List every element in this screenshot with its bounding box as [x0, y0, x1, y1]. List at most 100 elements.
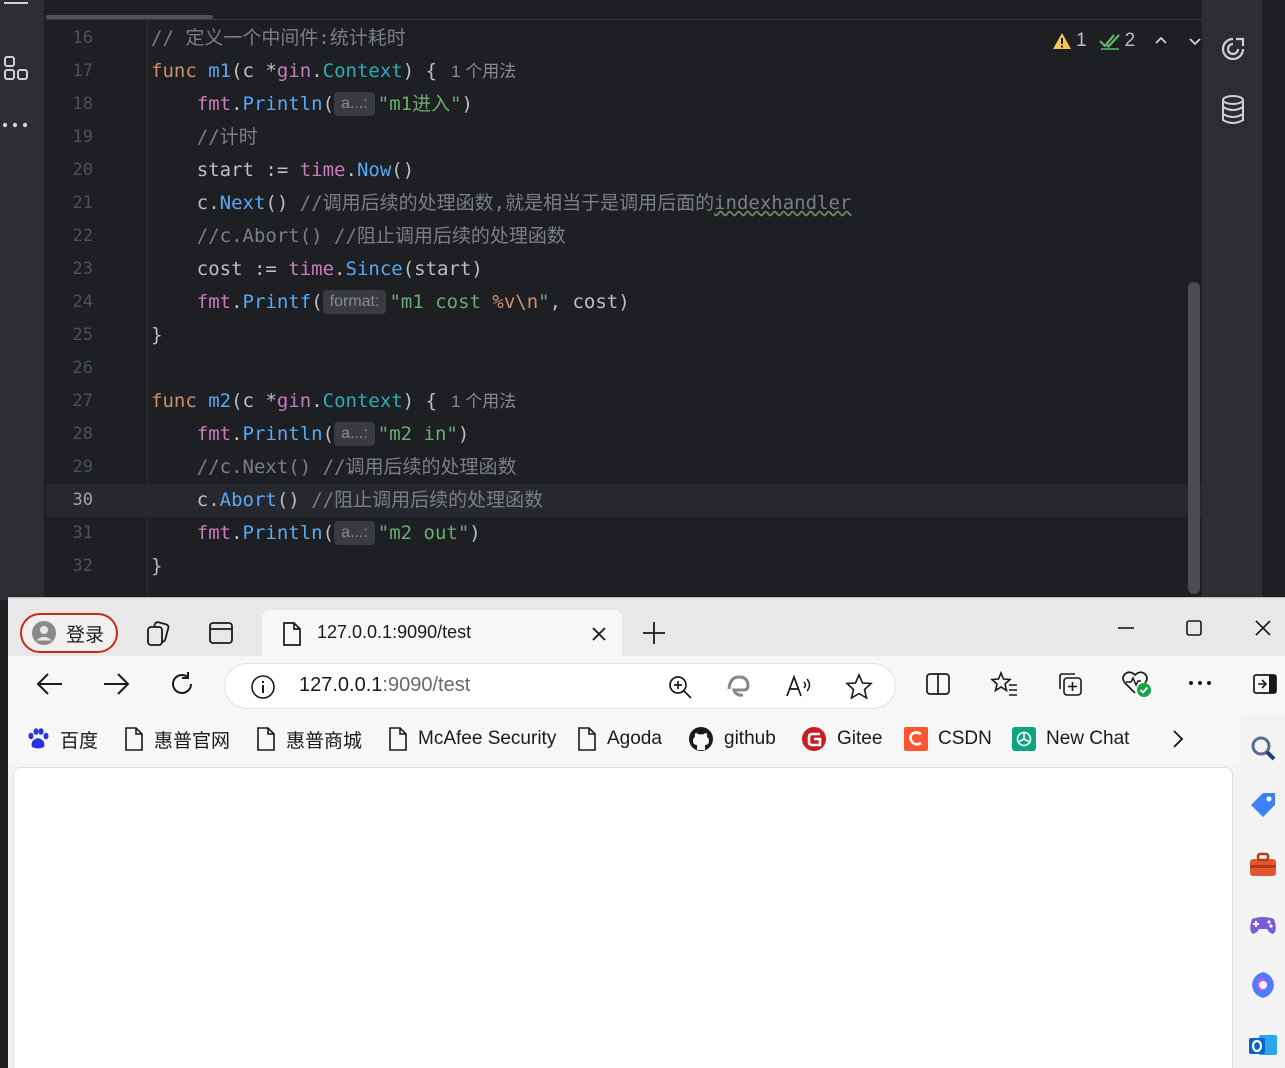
code-line: 29 //c.Next() //调用后续的处理函数	[46, 451, 1202, 484]
line-number: 32	[72, 556, 93, 576]
new-tab-icon[interactable]	[641, 620, 667, 646]
package-time: time	[299, 159, 346, 181]
fav-label: Gitee	[837, 728, 883, 749]
paren-open: (	[311, 291, 323, 313]
profile-button[interactable]: 登录	[20, 613, 118, 653]
fav-mcafee[interactable]: McAfee Security	[388, 726, 556, 752]
structure-icon[interactable]	[3, 55, 29, 81]
receiver-c: c.	[196, 192, 220, 214]
param-hint: format:	[322, 290, 387, 314]
split-screen-icon[interactable]	[925, 671, 951, 697]
page-content[interactable]	[13, 767, 1233, 1068]
code-line: 25}	[46, 319, 1202, 352]
close-window-icon[interactable]	[1253, 618, 1273, 638]
warning-icon	[1053, 33, 1071, 49]
read-aloud-icon[interactable]	[785, 674, 813, 700]
format-escape: %v\n	[492, 291, 539, 313]
search-icon[interactable]	[1247, 732, 1279, 764]
favorites-bar: 百度 惠普官网 惠普商城 McAfee Security Agoda githu…	[8, 714, 1285, 764]
fav-gitee[interactable]: Gitee	[801, 726, 882, 752]
package-fmt: fmt	[196, 291, 232, 313]
shopping-tag-icon[interactable]	[1247, 789, 1279, 821]
paren-close: )	[457, 423, 470, 445]
page-icon	[389, 727, 407, 751]
copilot-icon[interactable]	[1247, 969, 1279, 1001]
usage-hint[interactable]: 1 个用法	[451, 62, 516, 81]
gitee-icon	[802, 727, 826, 751]
favorite-star-icon[interactable]	[845, 673, 873, 701]
type-context: Context	[322, 390, 403, 412]
call-next: Next	[219, 192, 266, 214]
refresh-icon[interactable]	[168, 670, 196, 698]
comment: //c.Next() //调用后续的处理函数	[196, 456, 517, 478]
empty-call: ()	[265, 192, 289, 214]
package-time: time	[288, 258, 335, 280]
code-line: 24 fmt.Printf(format: "m1 cost %v\n", cos…	[46, 286, 1202, 319]
github-icon	[689, 727, 713, 751]
fav-hp-store[interactable]: 惠普商城	[256, 726, 362, 752]
code-line: 31 fmt.Println(a...: "m2 out")	[46, 517, 1202, 550]
fav-label: 惠普官网	[154, 730, 231, 752]
code-line: 20 start := time.Now()	[46, 154, 1202, 187]
info-icon[interactable]	[250, 674, 276, 700]
call-abort: Abort	[219, 489, 277, 511]
inspection-widget[interactable]: 1 2	[1052, 28, 1203, 54]
more-menu-icon[interactable]	[1188, 676, 1212, 690]
assign-cost: cost :=	[196, 258, 289, 280]
collections-icon[interactable]	[1056, 670, 1084, 698]
vertical-tabs-icon[interactable]	[208, 620, 234, 646]
outlook-icon[interactable]	[1247, 1029, 1279, 1061]
fav-baidu[interactable]: 百度	[26, 726, 98, 752]
comment: //c.Abort() //阻止调用后续的处理函数	[196, 225, 566, 247]
sidebar-toggle-icon[interactable]	[1252, 672, 1278, 696]
fav-github[interactable]: github	[688, 726, 776, 752]
tools-toolbox-icon[interactable]	[1247, 849, 1279, 881]
favorites-icon[interactable]	[990, 670, 1018, 698]
fav-csdn[interactable]: CSDN	[904, 726, 992, 752]
maximize-icon[interactable]	[1184, 618, 1204, 638]
usage-hint[interactable]: 1 个用法	[451, 392, 516, 411]
fav-hp-official[interactable]: 惠普官网	[124, 726, 230, 752]
edge-app-icon[interactable]	[725, 674, 751, 700]
double-check-icon	[1098, 34, 1120, 50]
fav-new-chat[interactable]: New Chat	[1012, 726, 1129, 752]
line-number: 21	[72, 193, 93, 213]
database-icon[interactable]	[1220, 95, 1246, 125]
chevron-down-icon[interactable]	[1187, 33, 1203, 49]
profile-label: 登录	[66, 624, 105, 646]
param-hint: a...:	[334, 422, 375, 446]
editor-scrollbar[interactable]	[1188, 282, 1200, 594]
close-tab-icon[interactable]	[590, 625, 608, 643]
games-controller-icon[interactable]	[1247, 909, 1279, 941]
zoom-icon[interactable]	[667, 674, 693, 700]
browser-tab-active[interactable]: 127.0.0.1:9090/test	[262, 610, 622, 658]
package-gin: gin	[276, 390, 312, 412]
since-args: (start)	[402, 258, 483, 280]
call-println: Println	[242, 423, 323, 445]
typo-underlined-word[interactable]: indexhandler	[714, 192, 851, 214]
brace-open: ) {	[402, 60, 438, 82]
args-tail: , cost)	[549, 291, 630, 313]
code-line: 27 func m2(c *gin.Context) {1 个用法	[46, 385, 1202, 418]
csdn-icon	[904, 727, 928, 751]
more-tools-icon[interactable]	[2, 118, 30, 132]
minimize-icon[interactable]	[1116, 618, 1136, 638]
code-editor[interactable]: 16// 定义一个中间件:统计耗时 17 func m1(c *gin.Conte…	[46, 20, 1202, 600]
page-icon	[125, 727, 143, 751]
browser-essentials-icon[interactable]	[1121, 669, 1153, 699]
chevron-up-icon[interactable]	[1153, 33, 1169, 49]
code-line: 32}	[46, 550, 1202, 583]
bell-icon[interactable]	[1220, 0, 1244, 6]
fav-agoda[interactable]: Agoda	[577, 726, 662, 752]
line-number: 16	[72, 28, 93, 48]
keyword-func: func	[151, 60, 197, 82]
forward-icon[interactable]	[102, 672, 130, 696]
menu-icon[interactable]	[4, 0, 28, 4]
back-icon[interactable]	[36, 672, 64, 696]
workspaces-icon[interactable]	[144, 620, 172, 648]
ai-assistant-icon[interactable]	[1220, 36, 1246, 62]
page-icon	[257, 727, 275, 751]
favorites-overflow-icon[interactable]	[1170, 728, 1186, 750]
fav-label: 百度	[60, 730, 99, 752]
address-bar[interactable]: 127.0.0.1:9090/test	[224, 663, 896, 709]
